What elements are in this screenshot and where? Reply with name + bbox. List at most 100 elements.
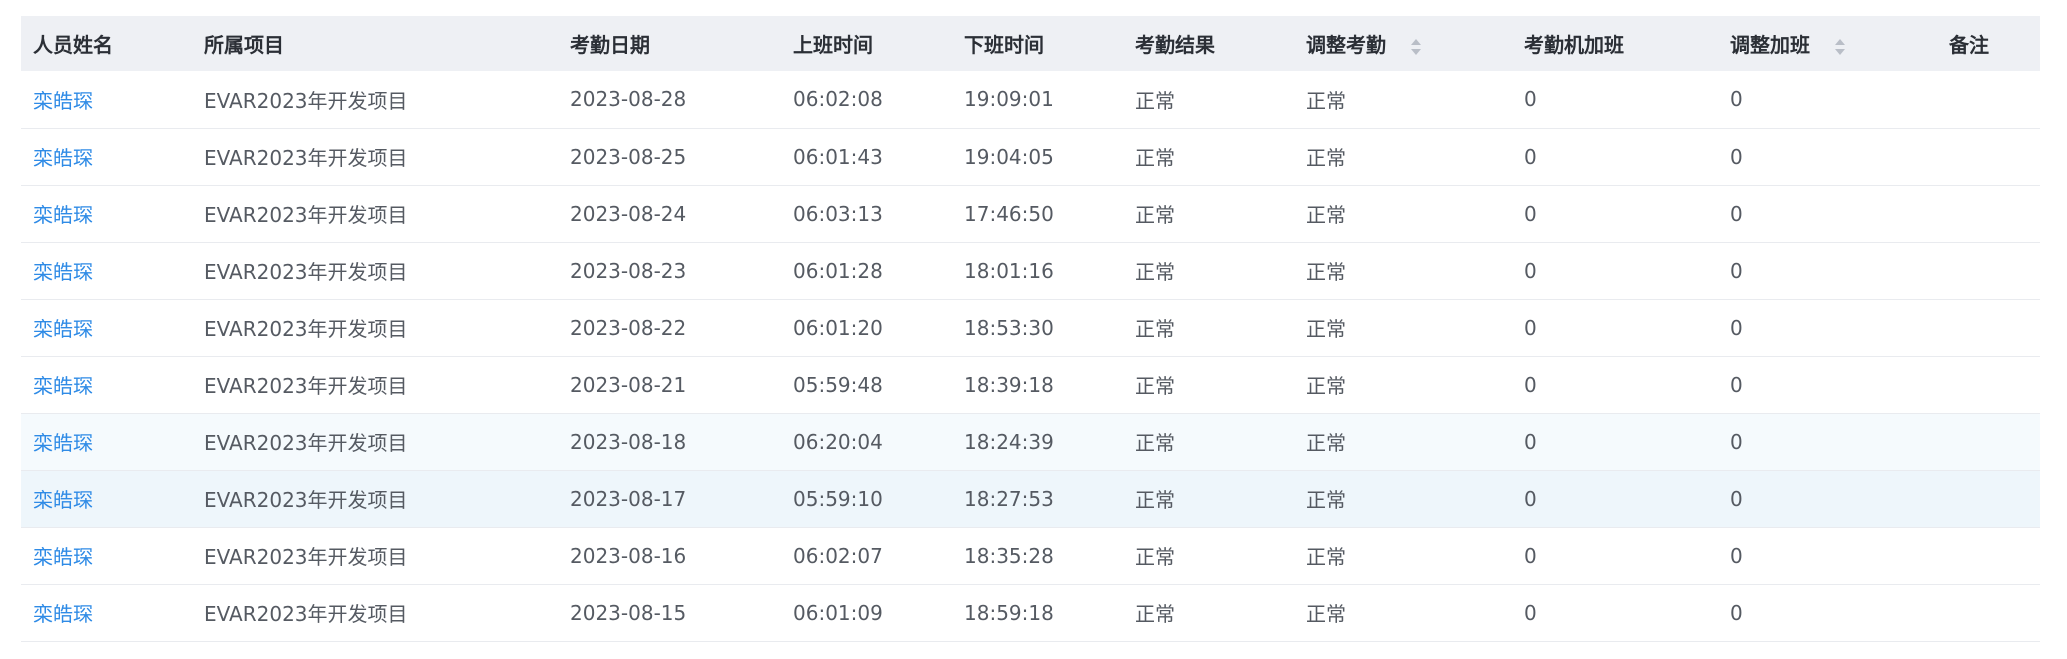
sort-icon[interactable] bbox=[1834, 38, 1845, 56]
cell-name[interactable]: 栾皓琛 bbox=[21, 470, 192, 527]
cell-adjust-attendance: 正常 bbox=[1306, 602, 1346, 626]
cell-clock-in: 05:59:48 bbox=[793, 372, 883, 397]
table-row[interactable]: 栾皓琛 EVAR2023年开发项目 2023-08-25 06:01:43 19:04:… bbox=[21, 128, 2040, 185]
cell-project: EVAR2023年开发项目 bbox=[204, 488, 408, 512]
cell-clock-out: 19:09:01 bbox=[964, 87, 1054, 112]
cell-machine-overtime: 0 bbox=[1524, 144, 1537, 169]
table-row[interactable]: 栾皓琛 EVAR2023年开发项目 2023-08-17 05:59:10 18:27:… bbox=[21, 470, 2040, 527]
table-row[interactable]: 栾皓琛 EVAR2023年开发项目 2023-08-24 06:03:13 17:46:… bbox=[21, 185, 2040, 242]
cell-project: EVAR2023年开发项目 bbox=[204, 602, 408, 626]
cell-clock-out: 17:46:50 bbox=[964, 201, 1054, 226]
cell-clock-in: 06:02:07 bbox=[793, 543, 883, 568]
sort-desc-icon[interactable] bbox=[1410, 48, 1421, 55]
cell-name[interactable]: 栾皓琛 bbox=[21, 128, 192, 185]
cell-machine-overtime: 0 bbox=[1524, 543, 1537, 568]
cell-result: 正常 bbox=[1135, 203, 1175, 227]
cell-machine-overtime: 0 bbox=[1524, 429, 1537, 454]
cell-name[interactable]: 栾皓琛 bbox=[21, 584, 192, 641]
sort-desc-icon[interactable] bbox=[1834, 48, 1845, 55]
cell-remark bbox=[1937, 356, 2040, 413]
cell-result: 正常 bbox=[1135, 146, 1175, 170]
cell-date: 2023-08-24 bbox=[570, 201, 687, 226]
cell-adjust-attendance: 正常 bbox=[1306, 545, 1346, 569]
cell-clock-in: 06:03:13 bbox=[793, 201, 883, 226]
table-row[interactable]: 栾皓琛 EVAR2023年开发项目 2023-08-18 06:20:04 18:24:… bbox=[21, 413, 2040, 470]
cell-adjust-attendance: 正常 bbox=[1306, 260, 1346, 284]
cell-project: EVAR2023年开发项目 bbox=[204, 260, 408, 284]
cell-machine-overtime: 0 bbox=[1524, 600, 1537, 625]
cell-adjust-overtime: 0 bbox=[1730, 600, 1743, 625]
cell-clock-out: 18:35:28 bbox=[964, 543, 1054, 568]
cell-project: EVAR2023年开发项目 bbox=[204, 317, 408, 341]
cell-project: EVAR2023年开发项目 bbox=[204, 203, 408, 227]
col-header-name: 人员姓名 bbox=[33, 33, 113, 57]
col-header-clock-out: 下班时间 bbox=[964, 33, 1044, 57]
col-header-result: 考勤结果 bbox=[1135, 33, 1215, 57]
cell-remark bbox=[1937, 413, 2040, 470]
cell-name[interactable]: 栾皓琛 bbox=[21, 185, 192, 242]
cell-date: 2023-08-15 bbox=[570, 600, 687, 625]
cell-project: EVAR2023年开发项目 bbox=[204, 431, 408, 455]
cell-date: 2023-08-21 bbox=[570, 372, 687, 397]
table-row[interactable]: 栾皓琛 EVAR2023年开发项目 2023-08-22 06:01:20 18:53:… bbox=[21, 299, 2040, 356]
table-row[interactable]: 栾皓琛 EVAR2023年开发项目 2023-08-16 06:02:07 18:35:… bbox=[21, 527, 2040, 584]
table-body: 栾皓琛 EVAR2023年开发项目 2023-08-28 06:02:08 19:09:… bbox=[21, 71, 2040, 641]
cell-clock-in: 06:01:09 bbox=[793, 600, 883, 625]
col-header-adjust-overtime[interactable]: 调整加班 bbox=[1718, 16, 1937, 71]
cell-result: 正常 bbox=[1135, 602, 1175, 626]
cell-date: 2023-08-28 bbox=[570, 87, 687, 112]
cell-adjust-attendance: 正常 bbox=[1306, 88, 1346, 113]
cell-remark bbox=[1937, 527, 2040, 584]
cell-clock-out: 18:01:16 bbox=[964, 258, 1054, 283]
cell-clock-in: 06:01:43 bbox=[793, 144, 883, 169]
cell-machine-overtime: 0 bbox=[1524, 486, 1537, 511]
table-row[interactable]: 栾皓琛 EVAR2023年开发项目 2023-08-28 06:02:08 19:09:… bbox=[21, 71, 2040, 128]
cell-machine-overtime: 0 bbox=[1524, 315, 1537, 340]
cell-name[interactable]: 栾皓琛 bbox=[21, 356, 192, 413]
cell-adjust-attendance: 正常 bbox=[1306, 374, 1346, 398]
cell-project: EVAR2023年开发项目 bbox=[204, 374, 408, 398]
cell-name[interactable]: 栾皓琛 bbox=[21, 299, 192, 356]
cell-name[interactable]: 栾皓琛 bbox=[21, 413, 192, 470]
cell-remark bbox=[1937, 470, 2040, 527]
col-header-adjust-attendance-label: 调整考勤 bbox=[1306, 33, 1386, 57]
cell-date: 2023-08-25 bbox=[570, 144, 687, 169]
sort-asc-icon[interactable] bbox=[1410, 38, 1421, 45]
cell-adjust-attendance: 正常 bbox=[1306, 431, 1346, 455]
cell-date: 2023-08-18 bbox=[570, 429, 687, 454]
cell-adjust-attendance: 正常 bbox=[1306, 488, 1346, 512]
sort-asc-icon[interactable] bbox=[1834, 38, 1845, 45]
cell-clock-out: 18:27:53 bbox=[964, 486, 1054, 511]
attendance-table: 人员姓名 所属项目 考勤日期 上班时间 下班时间 考勤结果 调整考勤 考勤机加班… bbox=[21, 16, 2040, 642]
table-row[interactable]: 栾皓琛 EVAR2023年开发项目 2023-08-15 06:01:09 18:59:… bbox=[21, 584, 2040, 641]
table-row[interactable]: 栾皓琛 EVAR2023年开发项目 2023-08-23 06:01:28 18:01:… bbox=[21, 242, 2040, 299]
attendance-table-container: 人员姓名 所属项目 考勤日期 上班时间 下班时间 考勤结果 调整考勤 考勤机加班… bbox=[21, 16, 2040, 642]
cell-adjust-overtime: 0 bbox=[1730, 144, 1743, 169]
col-header-date: 考勤日期 bbox=[570, 33, 650, 57]
table-row[interactable]: 栾皓琛 EVAR2023年开发项目 2023-08-21 05:59:48 18:39:… bbox=[21, 356, 2040, 413]
cell-name[interactable]: 栾皓琛 bbox=[21, 71, 192, 128]
cell-clock-out: 18:53:30 bbox=[964, 315, 1054, 340]
cell-result: 正常 bbox=[1135, 374, 1175, 398]
cell-clock-in: 06:01:28 bbox=[793, 258, 883, 283]
cell-adjust-overtime: 0 bbox=[1730, 372, 1743, 397]
col-header-remark: 备注 bbox=[1949, 33, 1989, 57]
cell-adjust-overtime: 0 bbox=[1730, 486, 1743, 511]
col-header-adjust-attendance[interactable]: 调整考勤 bbox=[1294, 16, 1512, 71]
sort-icon[interactable] bbox=[1410, 38, 1421, 56]
cell-remark bbox=[1937, 242, 2040, 299]
cell-name[interactable]: 栾皓琛 bbox=[21, 242, 192, 299]
cell-date: 2023-08-17 bbox=[570, 486, 687, 511]
cell-clock-out: 18:59:18 bbox=[964, 600, 1054, 625]
cell-project: EVAR2023年开发项目 bbox=[204, 146, 408, 170]
cell-remark bbox=[1937, 584, 2040, 641]
cell-clock-out: 19:04:05 bbox=[964, 144, 1054, 169]
cell-remark bbox=[1937, 185, 2040, 242]
cell-result: 正常 bbox=[1135, 260, 1175, 284]
cell-adjust-attendance: 正常 bbox=[1306, 146, 1346, 170]
cell-adjust-overtime: 0 bbox=[1730, 315, 1743, 340]
cell-clock-out: 18:24:39 bbox=[964, 429, 1054, 454]
cell-result: 正常 bbox=[1135, 88, 1175, 113]
cell-result: 正常 bbox=[1135, 545, 1175, 569]
cell-name[interactable]: 栾皓琛 bbox=[21, 527, 192, 584]
